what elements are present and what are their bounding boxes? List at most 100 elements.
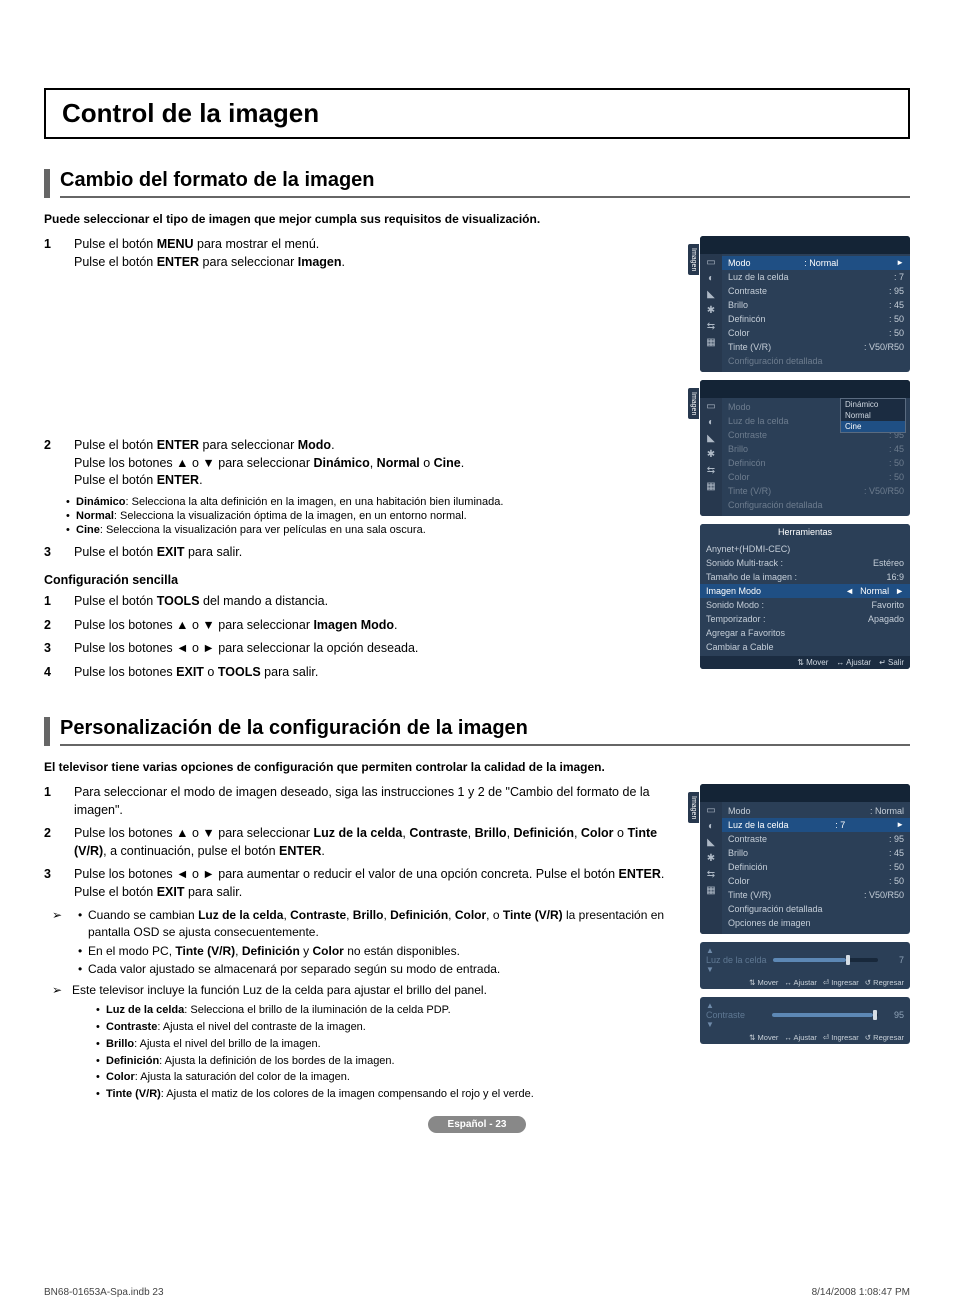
app-icon: ▦	[706, 886, 715, 896]
monitor-icon: ▭	[706, 258, 715, 268]
volume-icon: ◐	[708, 418, 714, 428]
volume-icon: ◐	[708, 274, 714, 284]
dropdown-option[interactable]: Normal	[841, 410, 905, 421]
page-footer: BN68-01653A-Spa.indb 23 8/14/2008 1:08:4…	[44, 1287, 910, 1298]
tools-row[interactable]: Tamaño de la imagen :16:9	[706, 570, 904, 584]
slider-track[interactable]	[772, 1013, 878, 1017]
tools-row[interactable]: Imagen Modo◄Normal►	[700, 584, 910, 598]
osd-row[interactable]: Opciones de imagen	[728, 916, 904, 930]
tools-title: Herramientas	[700, 524, 910, 540]
slider-footer-hints: ⇅ Mover↔ Ajustar⏎ Ingresar↺ Regresar	[706, 1033, 904, 1042]
osd-row[interactable]: Configuración detallada	[728, 902, 904, 916]
def: Luz de la celda: Selecciona el brillo de…	[106, 1003, 688, 1018]
section1-title: Cambio del formato de la imagen	[60, 169, 910, 198]
osd-sidebar-icons: ▭ ◐ ◣ ✱ ⇆ ▦	[700, 398, 722, 516]
monitor-icon: ▭	[706, 402, 715, 412]
section2-intro: El televisor tiene varias opciones de co…	[44, 760, 910, 774]
section2-title-wrap: Personalización de la configuración de l…	[44, 717, 910, 746]
osd-row[interactable]: Brillo: 45	[728, 298, 904, 312]
def: Brillo: Ajusta el nivel del brillo de la…	[106, 1037, 688, 1052]
chevron-right-icon: ►	[895, 586, 904, 596]
s2-pointer2: Este televisor incluye la función Luz de…	[72, 982, 688, 999]
osd-row[interactable]: Modo: Normal►	[722, 256, 910, 270]
osd-row[interactable]: Tinte (V/R): V50/R50	[728, 484, 904, 498]
s1-step1: 1 Pulse el botón MENU para mostrar el me…	[44, 236, 688, 271]
section1-intro: Puede seleccionar el tipo de imagen que …	[44, 212, 910, 226]
osd-menu-imagen-2: Imagen ▭ ◐ ◣ ✱ ⇆ ▦ DinámicoNorma	[700, 380, 910, 516]
main-title-box: Control de la imagen	[44, 88, 910, 139]
slider1-value: 7	[884, 955, 904, 965]
osd-row[interactable]: Contraste: 95	[728, 284, 904, 298]
tools-row[interactable]: Sonido Modo :Favorito	[706, 598, 904, 612]
bullet: Cada valor ajustado se almacenará por se…	[88, 961, 688, 978]
osd-row[interactable]: Definicón: 50	[728, 312, 904, 326]
s2-step3: 3Pulse los botones ◄ o ► para aumentar o…	[44, 866, 688, 901]
osd-row[interactable]: Color: 50	[728, 470, 904, 484]
tools-row[interactable]: Anynet+(HDMI-CEC)	[706, 542, 904, 556]
simple-step-2: 2Pulse los botones ▲ o ▼ para selecciona…	[44, 617, 688, 635]
tools-row[interactable]: Cambiar a Cable	[706, 640, 904, 654]
main-title: Control de la imagen	[62, 98, 892, 129]
osd-sidebar-icons: ▭ ◐ ◣ ✱ ⇆ ▦	[700, 254, 722, 372]
tools-row[interactable]: Temporizador :Apagado	[706, 612, 904, 626]
slider1-label: Luz de la celda	[706, 955, 767, 965]
osd-row[interactable]: Tinte (V/R): V50/R50	[728, 340, 904, 354]
def: Definición: Ajusta la definición de los …	[106, 1054, 688, 1069]
osd-row[interactable]: Brillo: 45	[728, 442, 904, 456]
slider2-label: Contraste	[706, 1010, 766, 1020]
osd-row[interactable]: Definición: 50	[728, 860, 904, 874]
channel-icon: ◣	[707, 434, 715, 444]
input-icon: ⇆	[707, 466, 715, 476]
simple-step-4: 4Pulse los botones EXIT o TOOLS para sal…	[44, 664, 688, 682]
osd-row[interactable]: Tinte (V/R): V50/R50	[728, 888, 904, 902]
osd-tools: Herramientas Anynet+(HDMI-CEC)Sonido Mul…	[700, 524, 910, 669]
osd-row[interactable]: Definicón: 50	[728, 456, 904, 470]
app-icon: ▦	[706, 482, 715, 492]
channel-icon: ◣	[707, 838, 715, 848]
osd-row[interactable]: Luz de la celda: 7►	[722, 818, 910, 832]
footer-file: BN68-01653A-Spa.indb 23	[44, 1287, 164, 1298]
channel-icon: ◣	[707, 290, 715, 300]
simple-step-1: 1Pulse el botón TOOLS del mando a distan…	[44, 593, 688, 611]
s2-step1: 1Para seleccionar el modo de imagen dese…	[44, 784, 688, 819]
bullet: Cine: Selecciona la visualización para v…	[76, 524, 688, 536]
section2-title: Personalización de la configuración de l…	[60, 717, 910, 746]
osd-row[interactable]: Brillo: 45	[728, 846, 904, 860]
osd-row[interactable]: Color: 50	[728, 874, 904, 888]
slider-track[interactable]	[773, 958, 878, 962]
tools-row[interactable]: Agregar a Favoritos	[706, 626, 904, 640]
mode-dropdown[interactable]: DinámicoNormalCine	[840, 398, 906, 433]
osd-row[interactable]: Configuración detallada	[728, 354, 904, 368]
osd-row[interactable]: Contraste: 95	[728, 832, 904, 846]
bullet: En el modo PC, Tinte (V/R), Definición y…	[88, 943, 688, 960]
tools-footer-hints: ⇅ Mover↔ Ajustar↵ Salir	[700, 656, 910, 669]
chevron-left-icon: ◄	[845, 586, 854, 596]
app-icon: ▦	[706, 338, 715, 348]
osd-menu-imagen-1: Imagen ▭ ◐ ◣ ✱ ⇆ ▦ Modo: Normal►Luz de l…	[700, 236, 910, 372]
slider-footer-hints: ⇅ Mover↔ Ajustar⏎ Ingresar↺ Regresar	[706, 978, 904, 987]
osd-tab-label: Imagen	[688, 244, 699, 275]
gear-icon: ✱	[707, 306, 715, 316]
osd-row[interactable]: Modo: Normal	[728, 804, 904, 818]
s2-pointer1: Cuando se cambian Luz de la celda, Contr…	[44, 907, 688, 999]
osd-row[interactable]: Color: 50	[728, 326, 904, 340]
input-icon: ⇆	[707, 870, 715, 880]
s1-step3: 3 Pulse el botón EXIT para salir.	[44, 544, 688, 562]
dropdown-option[interactable]: Dinámico	[841, 399, 905, 410]
gear-icon: ✱	[707, 450, 715, 460]
osd-row[interactable]: Luz de la celda: 7	[728, 270, 904, 284]
slider-luz-de-la-celda: ▲ Luz de la celda 7 ▼ ⇅ Mover↔ Ajustar⏎ …	[700, 942, 910, 989]
def: Color: Ajusta la saturación del color de…	[106, 1070, 688, 1085]
bullet: Cuando se cambian Luz de la celda, Contr…	[88, 907, 688, 941]
s1-bullets: Dinámico: Selecciona la alta definición …	[44, 496, 688, 536]
s1-step2: 2 Pulse el botón ENTER para seleccionar …	[44, 437, 688, 490]
def: Tinte (V/R): Ajusta el matiz de los colo…	[106, 1087, 688, 1102]
input-icon: ⇆	[707, 322, 715, 332]
simple-config-title: Configuración sencilla	[44, 573, 688, 587]
tools-row[interactable]: Sonido Multi-track :Estéreo	[706, 556, 904, 570]
dropdown-option[interactable]: Cine	[841, 421, 905, 432]
osd-row[interactable]: Configuración detallada	[728, 498, 904, 512]
osd-tab-label: Imagen	[688, 388, 699, 419]
footer-date: 8/14/2008 1:08:47 PM	[812, 1287, 910, 1298]
chevron-right-icon: ►	[896, 820, 904, 830]
